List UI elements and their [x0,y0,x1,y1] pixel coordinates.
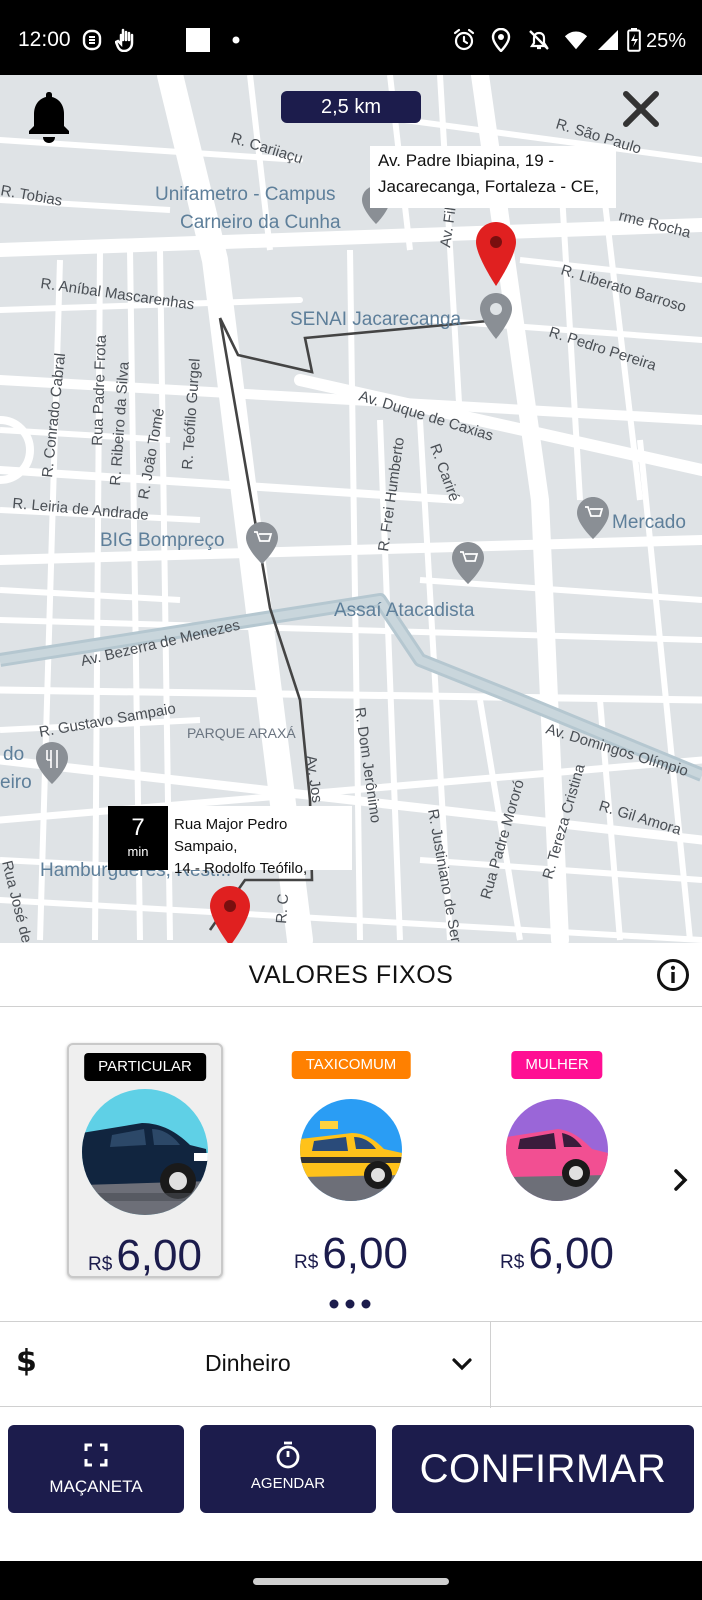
category-mulher[interactable]: MULHER R$6,00 [479,1043,635,1278]
payment-method-label: Dinheiro [205,1350,291,1376]
category-price: R$6,00 [479,1229,635,1279]
poi-label: SENAI Jacarecanga [290,309,462,330]
scan-frame-icon [82,1441,110,1469]
category-tag: MULHER [511,1051,603,1079]
poi-label: eiro [0,772,32,793]
currency-symbol: R$ [294,1252,319,1273]
sheet-header: VALORES FIXOS [0,943,702,1007]
origin-address-line: Rua Major Pedro Sampaio, [174,816,288,855]
category-particular[interactable]: PARTICULAR R$6,00 [67,1043,223,1281]
destination-address-line: Jacarecanga, Fortaleza - CE, [378,177,600,196]
wifi-icon [564,28,588,52]
dot-icon [224,28,248,52]
status-bar: 12:00 25% [0,0,702,75]
distance-badge: 2,5 km [281,91,421,123]
currency-symbol: R$ [88,1254,113,1275]
location-icon [489,28,513,52]
poi-label: do [3,744,24,765]
category-tag: PARTICULAR [84,1053,206,1081]
stopwatch-icon [274,1441,302,1469]
map-view[interactable]: R. Cariiaçu R. São Paulo R. Tobias rme R… [0,75,702,943]
square-icon [186,28,210,52]
street-label: R. C [273,893,292,924]
close-icon[interactable] [620,88,662,130]
bottom-sheet: VALORES FIXOS PARTICULAR R$6,00 TAXICOMU… [0,943,702,1565]
dollar-icon: $ [16,1344,37,1379]
category-tag: TAXICOMUM [291,1051,411,1079]
destination-address[interactable]: Av. Padre Ibiapina, 19 - Jacarecanga, Fo… [370,146,616,208]
sheet-title: VALORES FIXOS [248,961,454,989]
poi-label: Mercado [612,512,686,533]
category-price: R$6,00 [273,1229,429,1279]
poi-label: BIG Bompreço [100,530,225,551]
destination-address-line: Av. Padre Ibiapina, 19 - [378,151,555,170]
bell-icon[interactable] [24,88,74,144]
origin-address-line: 14 - Rodolfo Teófilo, [174,860,308,877]
origin-callout[interactable]: 7 min Rua Major Pedro Sampaio, 14 - Rodo… [108,806,352,877]
poi-label: Assaí Atacadista [334,600,475,621]
poi-label: Carneiro da Cunha [180,212,341,233]
eta-value: 7 [131,814,145,841]
macaneta-button[interactable]: MAÇANETA [8,1425,184,1513]
chevron-down-icon[interactable] [450,1352,474,1376]
battery-percent: 25% [645,30,686,52]
macaneta-label: MAÇANETA [49,1477,143,1496]
hand-icon [114,28,138,52]
category-price: R$6,00 [69,1231,221,1281]
notification-s-icon [80,28,104,52]
currency-symbol: R$ [500,1252,525,1273]
divider [490,1322,491,1408]
schedule-label: AGENDAR [250,1475,326,1492]
area-label: PARQUE ARAXÁ [187,725,296,741]
eta-badge: 7 min [108,806,168,870]
car-pink-icon [506,1099,608,1201]
taxi-icon [300,1099,402,1201]
alarm-icon [452,28,476,52]
schedule-button[interactable]: AGENDAR [200,1425,376,1513]
info-icon[interactable] [656,958,690,992]
mute-icon [527,28,551,52]
price-value: 6,00 [322,1229,408,1278]
system-nav-bar [0,1561,702,1600]
eta-unit: min [127,844,149,859]
status-time: 12:00 [18,28,71,51]
price-value: 6,00 [528,1229,614,1278]
chevron-right-icon[interactable] [670,1165,692,1195]
price-value: 6,00 [116,1231,202,1280]
home-gesture-pill[interactable] [253,1578,449,1585]
category-taxicomum[interactable]: TAXICOMUM R$6,00 [273,1043,429,1278]
payment-method-selector[interactable]: $ Dinheiro [0,1321,702,1408]
confirm-button[interactable]: CONFIRMAR [392,1425,694,1513]
signal-icon [596,28,620,52]
poi-label: Unifametro - Campus [155,184,336,205]
carousel-dots [328,1295,374,1309]
car-dark-icon [82,1089,208,1215]
battery-icon [622,28,646,52]
origin-address: Rua Major Pedro Sampaio, 14 - Rodolfo Te… [168,806,352,877]
